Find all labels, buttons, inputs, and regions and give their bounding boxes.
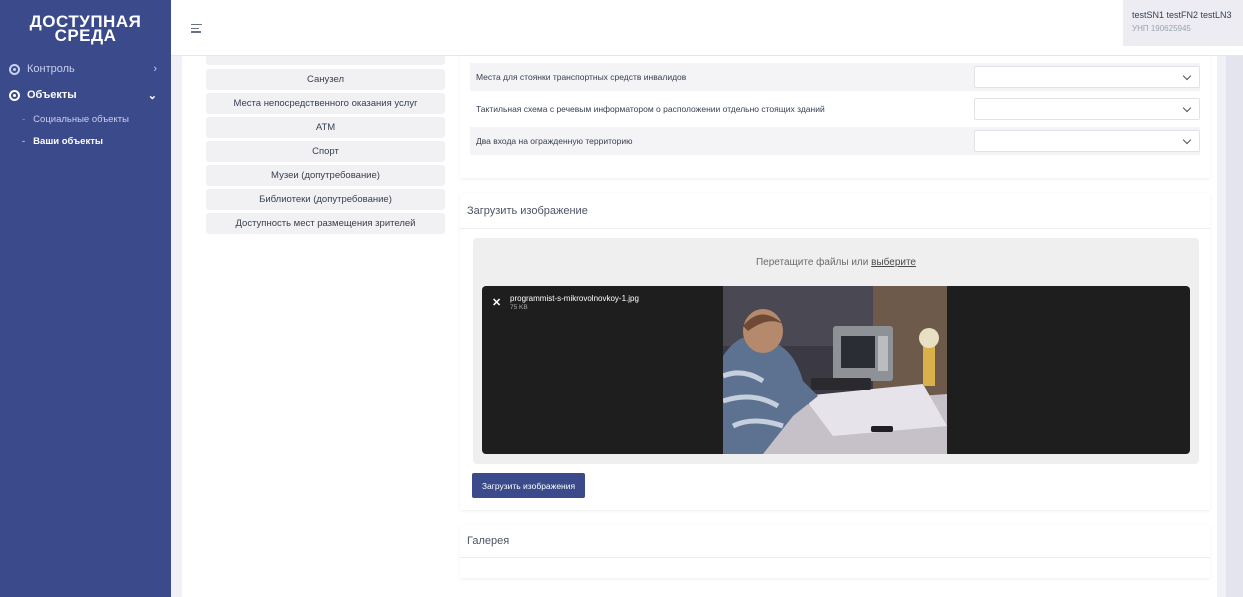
- category-item[interactable]: Санузел: [206, 69, 445, 90]
- criteria-label: Места для стоянки транспортных средств и…: [476, 72, 687, 82]
- sidebar-subitem-social-objects[interactable]: - Социальные объекты: [0, 108, 171, 130]
- category-item[interactable]: Библиотеки (допутребование): [206, 189, 445, 210]
- menu-toggle-icon[interactable]: [191, 24, 202, 33]
- user-unp: УНП 190625945: [1132, 24, 1191, 33]
- criteria-select[interactable]: [974, 66, 1200, 88]
- criteria-panel: Места для стоянки транспортных средств и…: [460, 56, 1210, 178]
- upload-images-button[interactable]: Загрузить изображения: [472, 473, 585, 498]
- sidebar-subitem-label: Социальные объекты: [33, 113, 129, 125]
- chevron-down-icon: ⌄: [147, 89, 157, 102]
- control-icon: [9, 63, 20, 75]
- chevron-right-icon: ›: [153, 63, 157, 75]
- category-item[interactable]: Спорт: [206, 141, 445, 162]
- upload-title: Загрузить изображение: [460, 193, 1210, 229]
- category-item[interactable]: Музеи (допутребование): [206, 165, 445, 186]
- criteria-row: Два входа на огражденную территорию: [470, 127, 1200, 155]
- choose-files-link[interactable]: выберите: [871, 257, 916, 268]
- criteria-row: Тактильная схема с речевым информатором …: [470, 95, 1200, 123]
- gallery-panel: Галерея: [460, 525, 1210, 578]
- upload-panel: Загрузить изображение Перетащите файлы и…: [460, 193, 1210, 510]
- remove-file-icon[interactable]: ✕: [492, 296, 501, 309]
- criteria-row: Места для стоянки транспортных средств и…: [470, 63, 1200, 91]
- gallery-title: Галерея: [460, 525, 1210, 558]
- objects-icon: [9, 89, 20, 101]
- sidebar: ДОСТУПНАЯ СРЕДА Контроль › Объекты ⌄ - С…: [0, 0, 171, 597]
- sidebar-item-control[interactable]: Контроль ›: [0, 56, 171, 82]
- sidebar-item-label: Объекты: [27, 89, 77, 101]
- brand-line-2: СРЕДА: [54, 26, 117, 45]
- sidebar-item-label: Контроль: [27, 63, 75, 75]
- category-item[interactable]: [206, 56, 445, 65]
- brand-logo[interactable]: ДОСТУПНАЯ СРЕДА: [0, 0, 171, 56]
- dropzone-prompt: Перетащите файлы или: [755, 257, 869, 268]
- file-thumbnail: [723, 286, 947, 454]
- sidebar-subitem-your-objects[interactable]: - Ваши объекты: [0, 130, 171, 152]
- dash-icon: -: [22, 113, 26, 125]
- sidebar-item-objects[interactable]: Объекты ⌄: [0, 82, 171, 108]
- user-name: testSN1 testFN2 testLN3: [1132, 10, 1232, 20]
- uploaded-file-preview: ✕ programmist-s-mikrovolnovkoy-1.jpg 75 …: [482, 286, 1190, 454]
- category-item[interactable]: Доступность мест размещения зрителей: [206, 213, 445, 234]
- dropzone-text: Перетащите файлы или выберите: [473, 257, 1199, 268]
- file-name: programmist-s-mikrovolnovkoy-1.jpg: [510, 294, 639, 303]
- dash-icon: -: [22, 135, 26, 147]
- criteria-label: Тактильная схема с речевым информатором …: [476, 104, 825, 114]
- category-item[interactable]: АТМ: [206, 117, 445, 138]
- user-menu[interactable]: testSN1 testFN2 testLN3 УНП 190625945: [1123, 0, 1243, 46]
- criteria-label: Два входа на огражденную территорию: [476, 136, 633, 146]
- category-item[interactable]: Места непосредственного оказания услуг: [206, 93, 445, 114]
- file-size: 75 KB: [510, 304, 528, 311]
- sidebar-subitem-label: Ваши объекты: [33, 135, 103, 147]
- criteria-select[interactable]: [974, 98, 1200, 120]
- top-header: testSN1 testFN2 testLN3 УНП 190625945: [171, 0, 1243, 56]
- scrollbar-track[interactable]: [1226, 56, 1243, 597]
- file-dropzone[interactable]: Перетащите файлы или выберите ✕ programm…: [473, 238, 1199, 464]
- criteria-select[interactable]: [974, 130, 1200, 152]
- category-list: Санузел Места непосредственного оказания…: [206, 56, 445, 237]
